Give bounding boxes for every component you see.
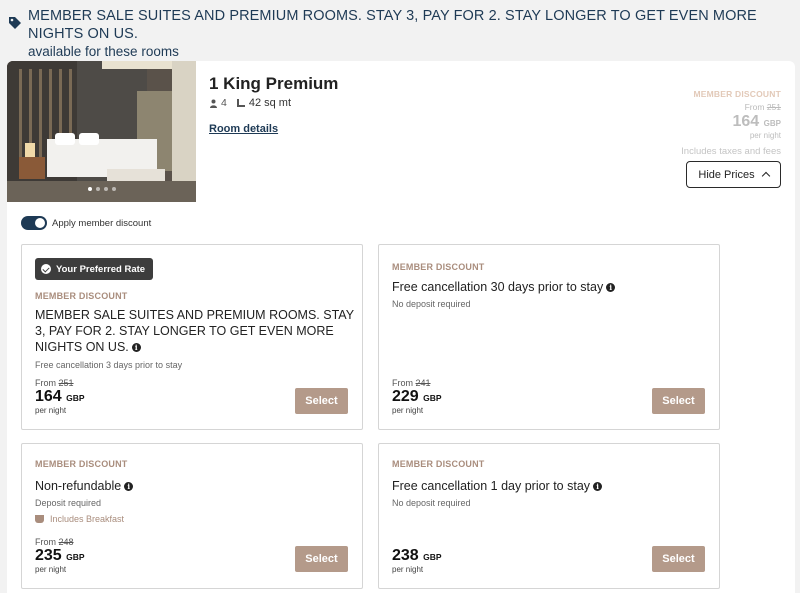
- guest-icon: [210, 99, 217, 108]
- hide-prices-button[interactable]: Hide Prices: [686, 161, 781, 188]
- room-meta: 4 42 sq mt: [209, 97, 291, 109]
- tag-icon: [9, 17, 21, 29]
- preferred-rate-badge: Your Preferred Rate: [35, 258, 154, 280]
- rate-price-value: 164: [35, 388, 62, 405]
- rate-title-text: MEMBER SALE SUITES AND PREMIUM ROOMS. ST…: [35, 308, 354, 354]
- rate-title-text: Free cancellation 1 day prior to stay: [392, 479, 591, 493]
- from-label: From: [35, 378, 56, 388]
- rate-discount-label: MEMBER DISCOUNT: [35, 459, 128, 469]
- rate-price: 238 GBP: [392, 547, 442, 565]
- room-details-link[interactable]: Room details: [209, 123, 278, 135]
- summary-price-value: 164: [732, 113, 760, 130]
- rate-price: 235 GBP: [35, 547, 85, 565]
- member-discount-label: Apply member discount: [52, 217, 152, 229]
- room-guests: 4: [221, 97, 227, 109]
- info-icon[interactable]: i: [131, 343, 141, 352]
- carousel-dots[interactable]: [7, 178, 196, 196]
- ruler-icon: [236, 99, 245, 107]
- rate-deposit: No deposit required: [392, 498, 471, 508]
- rate-discount-label: MEMBER DISCOUNT: [392, 262, 485, 272]
- carousel-dot[interactable]: [95, 187, 100, 191]
- from-label: From: [744, 102, 765, 112]
- rate-old-price: 241: [415, 378, 431, 388]
- banner-headline: MEMBER SALE SUITES AND PREMIUM ROOMS. ST…: [28, 8, 757, 42]
- rate-per-night: per night: [35, 565, 67, 574]
- rate-from: From 251: [35, 378, 74, 388]
- summary-old-price: 251: [766, 102, 781, 112]
- coffee-cup-icon: [35, 515, 44, 523]
- rate-title-text: Non-refundable: [35, 479, 122, 493]
- rate-deposit: Deposit required: [35, 498, 102, 508]
- rate-from: From 248: [35, 537, 74, 547]
- rate-card: MEMBER DISCOUNT Non-refundable i Deposit …: [21, 443, 363, 589]
- breakfast-perk: Includes Breakfast: [35, 514, 124, 524]
- room-title: 1 King Premium: [209, 74, 339, 93]
- rate-title: MEMBER SALE SUITES AND PREMIUM ROOMS. ST…: [35, 307, 355, 355]
- preferred-rate-label: Your Preferred Rate: [56, 263, 146, 275]
- rate-currency: GBP: [66, 393, 85, 403]
- rate-title-text: Free cancellation 30 days prior to stay: [392, 280, 604, 294]
- rate-card: MEMBER DISCOUNT Free cancellation 1 day …: [378, 443, 720, 589]
- rate-discount-label: MEMBER DISCOUNT: [35, 291, 128, 301]
- breakfast-perk-label: Includes Breakfast: [50, 514, 125, 524]
- select-button[interactable]: Select: [652, 546, 705, 572]
- check-circle-icon: [41, 264, 51, 274]
- rate-price-value: 235: [35, 547, 62, 564]
- carousel-dot[interactable]: [87, 187, 92, 191]
- rate-card: MEMBER DISCOUNT Free cancellation 30 day…: [378, 244, 720, 430]
- select-button[interactable]: Select: [295, 546, 348, 572]
- rate-per-night: per night: [392, 406, 424, 415]
- hide-prices-label: Hide Prices: [698, 168, 755, 181]
- info-icon[interactable]: i: [124, 482, 134, 491]
- room-card: 1 King Premium 4 42 sq mt Room details M…: [7, 61, 795, 593]
- from-label: From: [392, 378, 413, 388]
- rate-title: Free cancellation 30 days prior to stay i: [392, 279, 616, 295]
- rate-price: 164 GBP: [35, 388, 85, 406]
- banner-subline: available for these rooms: [28, 44, 179, 59]
- summary-currency: GBP: [763, 119, 781, 128]
- rate-title: Free cancellation 1 day prior to stay i: [392, 478, 603, 494]
- rate-price-value: 238: [392, 547, 419, 564]
- rate-per-night: per night: [392, 565, 424, 574]
- rate-currency: GBP: [423, 552, 442, 562]
- carousel-dot[interactable]: [103, 187, 108, 191]
- carousel-dot[interactable]: [111, 187, 116, 191]
- rate-card: Your Preferred Rate MEMBER DISCOUNT MEMB…: [21, 244, 363, 430]
- chevron-up-icon: [761, 171, 770, 181]
- rate-currency: GBP: [423, 393, 442, 403]
- room-photo[interactable]: [7, 61, 196, 202]
- rate-cancellation: Free cancellation 3 days prior to stay: [35, 360, 183, 370]
- member-discount-toggle-row: Apply member discount: [21, 216, 151, 230]
- rate-currency: GBP: [66, 552, 85, 562]
- select-button[interactable]: Select: [652, 388, 705, 414]
- member-discount-toggle[interactable]: [21, 216, 47, 230]
- rate-deposit: No deposit required: [392, 299, 471, 309]
- rate-old-price: 248: [58, 537, 74, 547]
- rate-old-price: 251: [58, 378, 74, 388]
- from-label: From: [35, 537, 56, 547]
- price-summary: MEMBER DISCOUNT From 251 164 GBP per nig…: [681, 89, 781, 157]
- room-size: 42 sq mt: [248, 97, 292, 109]
- summary-price: 164 GBP: [681, 113, 782, 131]
- summary-taxes-note: Includes taxes and fees: [681, 146, 781, 157]
- rate-from: From 241: [392, 378, 431, 388]
- info-icon[interactable]: i: [606, 283, 616, 292]
- summary-discount-label: MEMBER DISCOUNT: [693, 89, 781, 99]
- summary-from: From 251: [681, 102, 781, 112]
- rate-per-night: per night: [35, 406, 67, 415]
- info-icon[interactable]: i: [593, 482, 603, 491]
- rate-title: Non-refundable i: [35, 478, 134, 494]
- select-button[interactable]: Select: [295, 388, 348, 414]
- rate-price-value: 229: [392, 388, 419, 405]
- promo-banner: MEMBER SALE SUITES AND PREMIUM ROOMS. ST…: [0, 0, 800, 59]
- summary-per-night: per night: [749, 131, 781, 140]
- rate-discount-label: MEMBER DISCOUNT: [392, 459, 485, 469]
- rate-price: 229 GBP: [392, 388, 442, 406]
